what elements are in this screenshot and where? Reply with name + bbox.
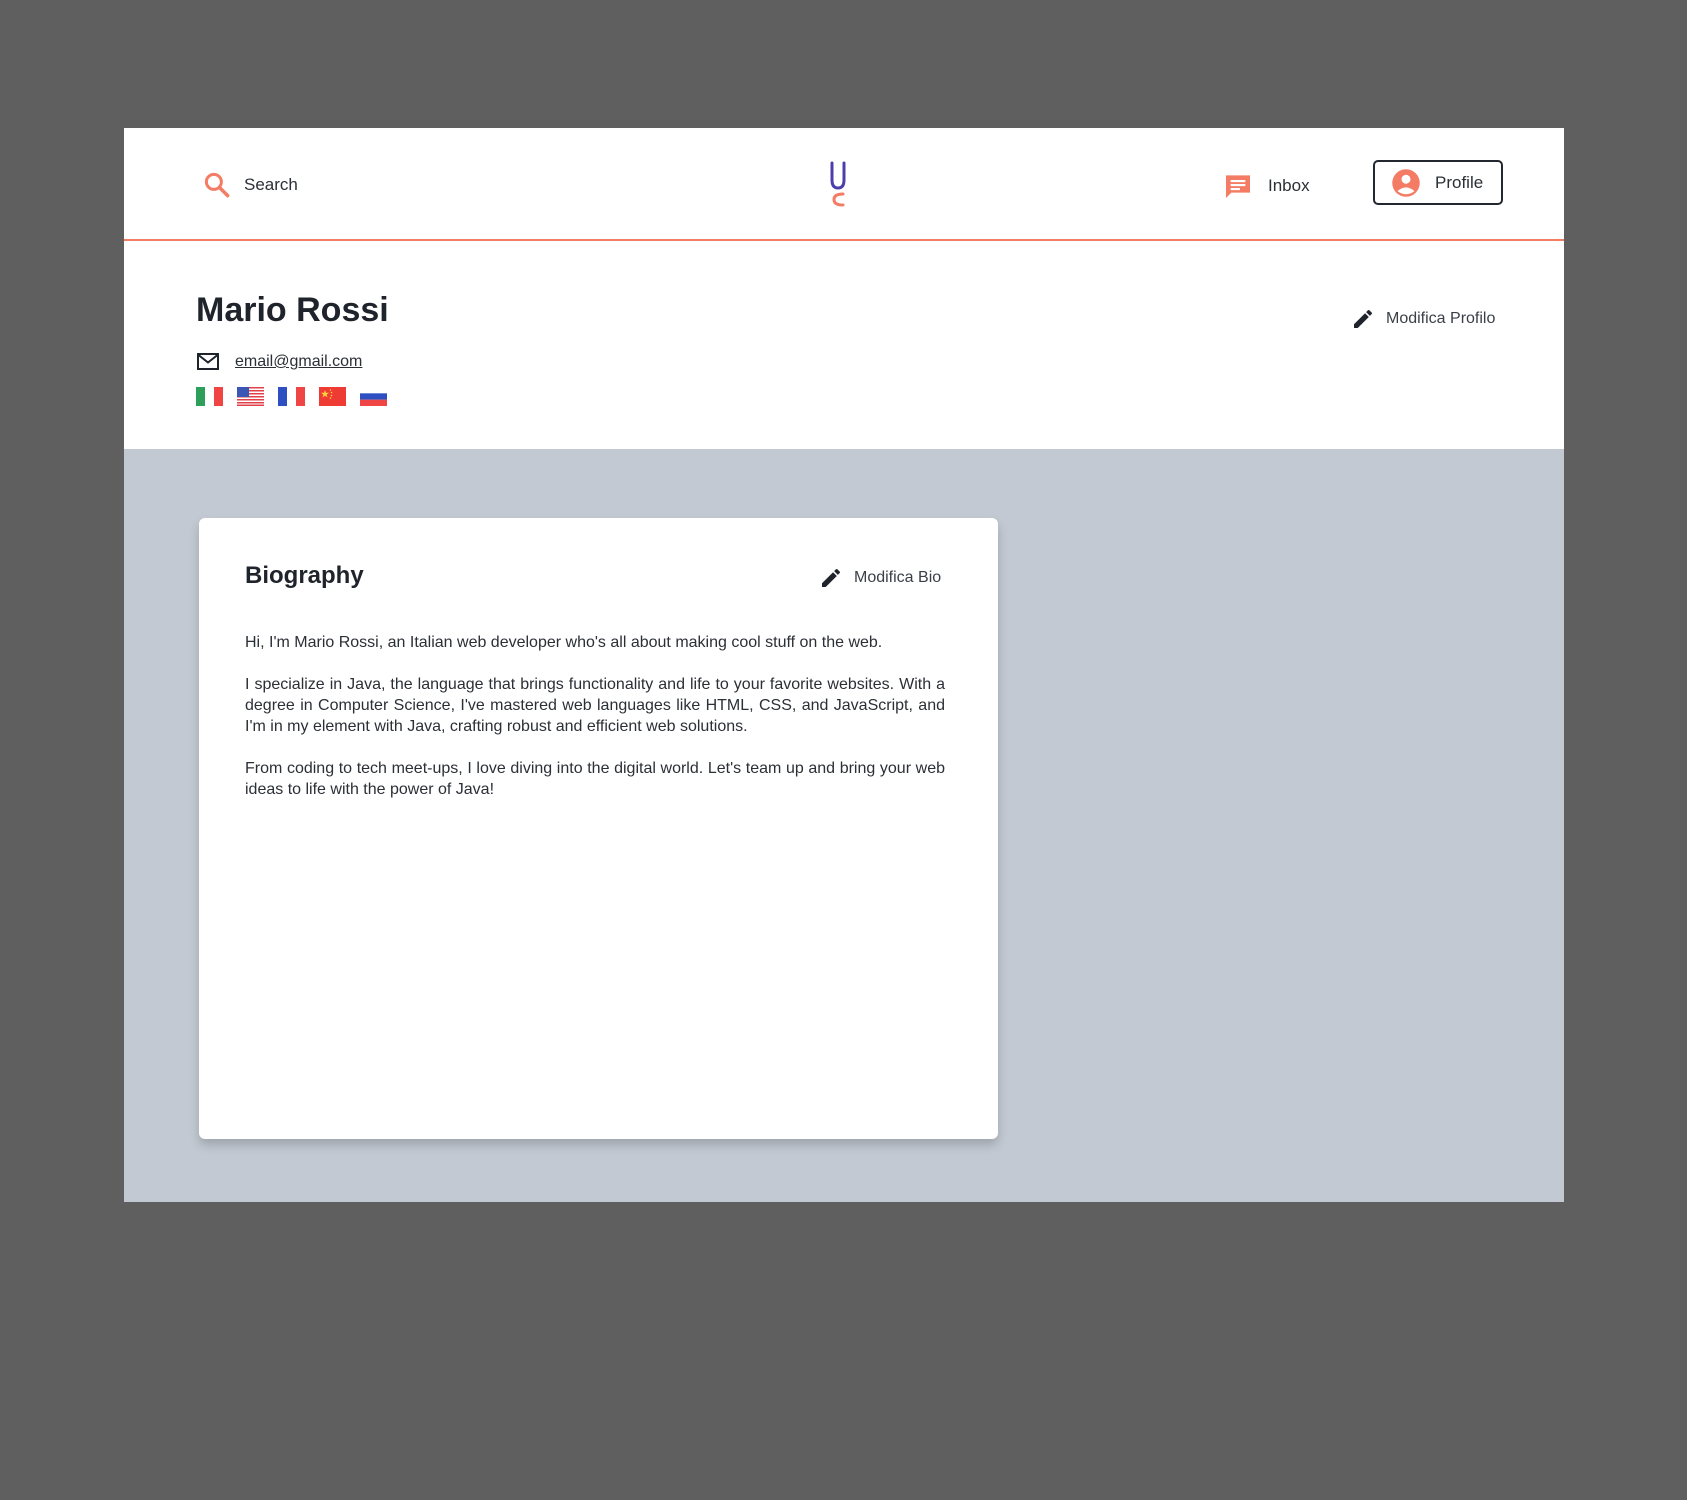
profile-button[interactable]: Profile: [1373, 160, 1503, 205]
bio-paragraph: From coding to tech meet-ups, I love div…: [245, 760, 945, 798]
app-logo[interactable]: [827, 160, 849, 210]
search-button[interactable]: Search: [202, 170, 298, 200]
profile-label: Profile: [1435, 172, 1484, 192]
pencil-icon: [822, 568, 841, 587]
edit-profile-button[interactable]: Modifica Profilo: [1351, 307, 1495, 331]
account-circle-icon: [1392, 168, 1420, 197]
profile-header: Mario Rossi email@gmail.com Modifica Pro…: [124, 241, 1564, 449]
edit-bio-button[interactable]: Modifica Bio: [819, 566, 941, 590]
inbox-button[interactable]: Inbox: [1222, 170, 1310, 202]
search-label: Search: [244, 175, 298, 194]
email-link[interactable]: email@gmail.com: [235, 353, 362, 371]
bio-paragraph: Hi, I'm Mario Rossi, an Italian web deve…: [245, 634, 883, 651]
biography-card: Biography Modifica Bio Hi, I'm Mario Ros…: [199, 518, 998, 1139]
user-name: Mario Rossi: [196, 291, 389, 329]
bio-paragraph: I specialize in Java, the language that …: [245, 676, 945, 735]
biography-title: Biography: [245, 562, 364, 589]
us-flag-icon: [237, 387, 264, 406]
app-window: Search Inbox Profile Mario Rossi email@g…: [124, 128, 1564, 1202]
message-icon: [1226, 175, 1250, 198]
email-row: email@gmail.com: [196, 352, 362, 372]
language-flags: [196, 387, 401, 406]
edit-bio-label: Modifica Bio: [854, 569, 942, 586]
top-navbar: Search Inbox Profile: [124, 128, 1564, 241]
pencil-icon: [1354, 309, 1373, 328]
cn-flag-icon: [319, 387, 346, 406]
inbox-label: Inbox: [1268, 176, 1310, 195]
fr-flag-icon: [278, 387, 305, 406]
edit-profile-label: Modifica Profilo: [1386, 310, 1496, 327]
ru-flag-icon: [360, 387, 387, 406]
mail-icon: [197, 353, 219, 370]
search-icon: [204, 172, 230, 198]
it-flag-icon: [196, 387, 223, 406]
biography-text: Hi, I'm Mario Rossi, an Italian web deve…: [245, 632, 945, 821]
